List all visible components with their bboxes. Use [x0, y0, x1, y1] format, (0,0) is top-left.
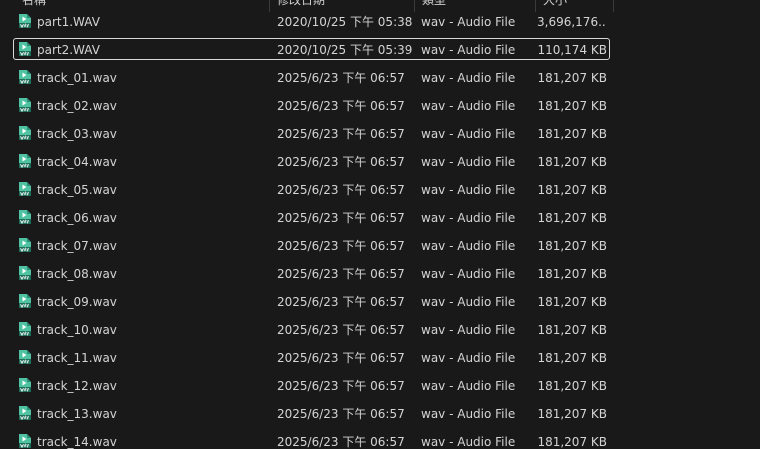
file-type: wav - Audio File: [421, 99, 516, 113]
wav-audio-file-icon: [19, 378, 31, 393]
wav-audio-file-icon: [19, 406, 31, 421]
wav-audio-file-icon: [19, 294, 31, 309]
file-row[interactable]: part2.WAV 2020/10/25 下午 05:39 wav - Audio …: [0, 36, 760, 64]
file-date-modified: 2025/6/23 下午 06:57: [277, 99, 405, 113]
file-row[interactable]: track_09.wav 2025/6/23 下午 06:57 wav - Audi…: [0, 288, 760, 316]
file-row[interactable]: track_11.wav 2025/6/23 下午 06:57 wav - Audi…: [0, 344, 760, 372]
file-size: 181,207 KB: [537, 155, 607, 169]
wav-audio-file-icon: [19, 14, 31, 29]
file-type: wav - Audio File: [421, 295, 516, 309]
file-name: track_08.wav: [37, 267, 117, 281]
file-name: track_11.wav: [37, 351, 117, 365]
file-name: track_09.wav: [37, 295, 117, 309]
file-size: 181,207 KB: [537, 351, 607, 365]
file-size: 181,207 KB: [537, 295, 607, 309]
file-name: track_10.wav: [37, 323, 117, 337]
file-type: wav - Audio File: [421, 379, 516, 393]
wav-audio-file-icon: [19, 126, 31, 141]
file-type: wav - Audio File: [421, 267, 516, 281]
file-row[interactable]: track_12.wav 2025/6/23 下午 06:57 wav - Audi…: [0, 372, 760, 400]
file-type: wav - Audio File: [421, 15, 516, 29]
wav-audio-file-icon: [19, 70, 31, 85]
file-size: 181,207 KB: [537, 211, 607, 225]
file-name: track_02.wav: [37, 99, 117, 113]
file-date-modified: 2025/6/23 下午 06:57: [277, 323, 405, 337]
file-type: wav - Audio File: [421, 127, 516, 141]
wav-audio-file-icon: [19, 154, 31, 169]
file-date-modified: 2025/6/23 下午 06:57: [277, 155, 405, 169]
file-row[interactable]: track_03.wav 2025/6/23 下午 06:57 wav - Audi…: [0, 120, 760, 148]
wav-audio-file-icon: [19, 98, 31, 113]
file-name: track_05.wav: [37, 183, 117, 197]
wav-audio-file-icon: [19, 182, 31, 197]
file-size: 181,207 KB: [537, 99, 607, 113]
file-name: track_12.wav: [37, 379, 117, 393]
file-date-modified: 2025/6/23 下午 06:57: [277, 435, 405, 449]
wav-audio-file-icon: [19, 42, 31, 57]
file-type: wav - Audio File: [421, 71, 516, 85]
file-explorer-list: 名稱 修改日期 類型 大小 part1.WAV 2020/10/25 下午 05:…: [0, 0, 760, 449]
wav-audio-file-icon: [19, 238, 31, 253]
file-size: 181,207 KB: [537, 127, 607, 141]
file-row[interactable]: part1.WAV 2020/10/25 下午 05:38 wav - Audio …: [0, 8, 760, 36]
file-type: wav - Audio File: [421, 239, 516, 253]
file-row[interactable]: track_01.wav 2025/6/23 下午 06:57 wav - Audi…: [0, 64, 760, 92]
wav-audio-file-icon: [19, 350, 31, 365]
file-date-modified: 2025/6/23 下午 06:57: [277, 379, 405, 393]
file-name: track_14.wav: [37, 435, 117, 449]
file-name: track_04.wav: [37, 155, 117, 169]
file-date-modified: 2025/6/23 下午 06:57: [277, 351, 405, 365]
file-name: track_03.wav: [37, 127, 117, 141]
file-name: track_01.wav: [37, 71, 117, 85]
file-row[interactable]: track_13.wav 2025/6/23 下午 06:57 wav - Audi…: [0, 400, 760, 428]
file-type: wav - Audio File: [421, 407, 516, 421]
file-row[interactable]: track_14.wav 2025/6/23 下午 06:57 wav - Audi…: [0, 428, 760, 449]
file-name: track_06.wav: [37, 211, 117, 225]
file-size: 181,207 KB: [537, 323, 607, 337]
file-type: wav - Audio File: [421, 155, 516, 169]
file-size: 181,207 KB: [537, 71, 607, 85]
file-row[interactable]: track_02.wav 2025/6/23 下午 06:57 wav - Audi…: [0, 92, 760, 120]
file-size: 181,207 KB: [537, 407, 607, 421]
file-name: part1.WAV: [37, 15, 100, 29]
file-date-modified: 2025/6/23 下午 06:57: [277, 267, 405, 281]
file-name: track_07.wav: [37, 239, 117, 253]
wav-audio-file-icon: [19, 434, 31, 449]
file-size: 181,207 KB: [537, 183, 607, 197]
file-date-modified: 2025/6/23 下午 06:57: [277, 407, 405, 421]
file-list: part1.WAV 2020/10/25 下午 05:38 wav - Audio …: [0, 8, 760, 449]
file-date-modified: 2025/6/23 下午 06:57: [277, 127, 405, 141]
file-row[interactable]: track_07.wav 2025/6/23 下午 06:57 wav - Audi…: [0, 232, 760, 260]
file-size: 110,174 KB: [537, 43, 607, 57]
file-row[interactable]: track_04.wav 2025/6/23 下午 06:57 wav - Audi…: [0, 148, 760, 176]
file-type: wav - Audio File: [421, 435, 516, 449]
file-name: part2.WAV: [37, 43, 100, 57]
file-row[interactable]: track_06.wav 2025/6/23 下午 06:57 wav - Audi…: [0, 204, 760, 232]
file-date-modified: 2025/6/23 下午 06:57: [277, 295, 405, 309]
file-size: 3,696,176...: [537, 15, 607, 29]
file-row[interactable]: track_08.wav 2025/6/23 下午 06:57 wav - Audi…: [0, 260, 760, 288]
file-date-modified: 2025/6/23 下午 06:57: [277, 183, 405, 197]
file-size: 181,207 KB: [537, 379, 607, 393]
file-type: wav - Audio File: [421, 211, 516, 225]
file-date-modified: 2025/6/23 下午 06:57: [277, 211, 405, 225]
file-type: wav - Audio File: [421, 323, 516, 337]
wav-audio-file-icon: [19, 210, 31, 225]
file-size: 181,207 KB: [537, 267, 607, 281]
file-type: wav - Audio File: [421, 43, 516, 57]
file-type: wav - Audio File: [421, 351, 516, 365]
file-name: track_13.wav: [37, 407, 117, 421]
file-size: 181,207 KB: [537, 435, 607, 449]
file-row[interactable]: track_05.wav 2025/6/23 下午 06:57 wav - Audi…: [0, 176, 760, 204]
file-date-modified: 2020/10/25 下午 05:38: [277, 15, 413, 29]
file-type: wav - Audio File: [421, 183, 516, 197]
file-date-modified: 2025/6/23 下午 06:57: [277, 71, 405, 85]
file-size: 181,207 KB: [537, 239, 607, 253]
file-row[interactable]: track_10.wav 2025/6/23 下午 06:57 wav - Audi…: [0, 316, 760, 344]
file-date-modified: 2020/10/25 下午 05:39: [277, 43, 413, 57]
wav-audio-file-icon: [19, 266, 31, 281]
wav-audio-file-icon: [19, 322, 31, 337]
file-date-modified: 2025/6/23 下午 06:57: [277, 239, 405, 253]
